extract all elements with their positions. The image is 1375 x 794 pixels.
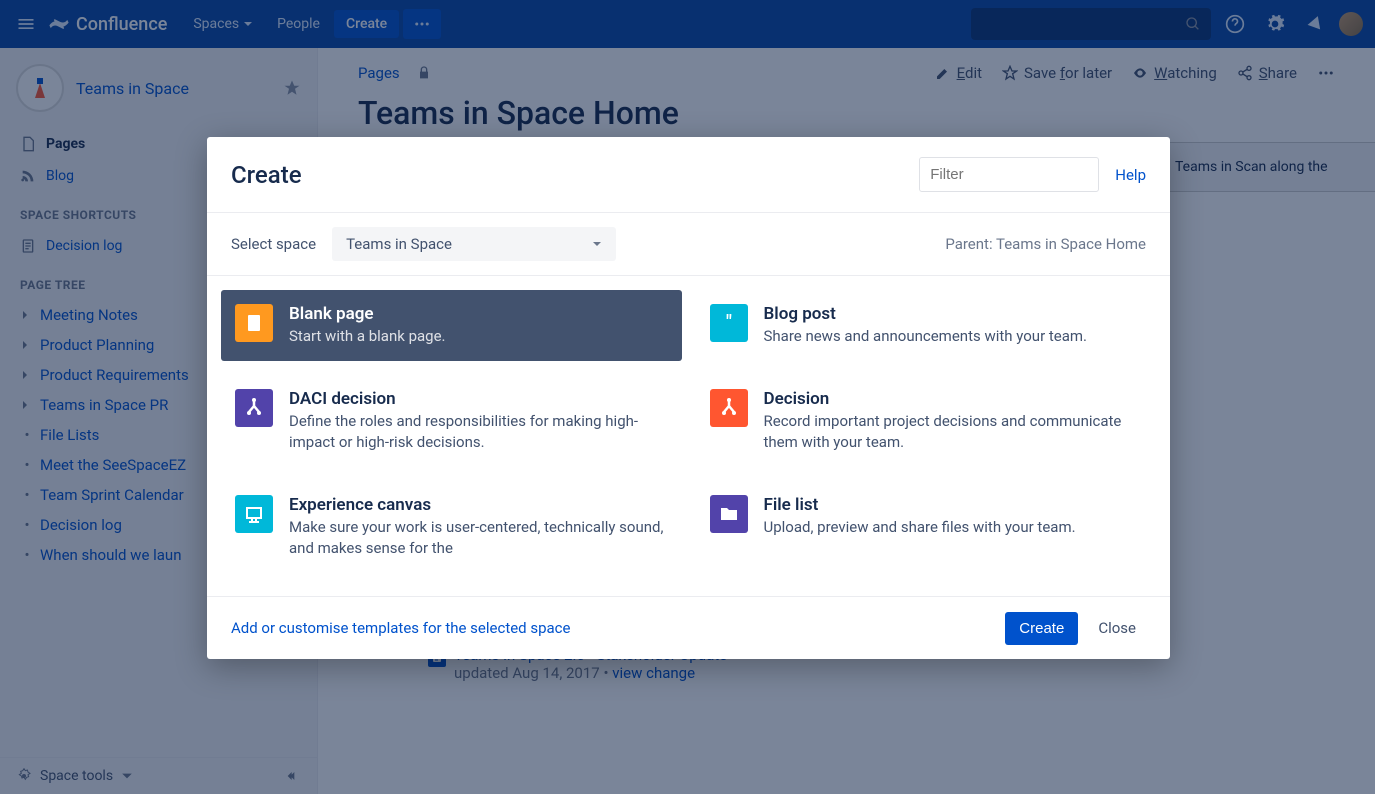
template-desc: Upload, preview and share files with you… bbox=[764, 517, 1076, 538]
filter-input[interactable] bbox=[919, 157, 1099, 192]
template-name: Blank page bbox=[289, 304, 446, 324]
template-blog-post[interactable]: " Blog postShare news and announcements w… bbox=[696, 290, 1157, 361]
space-select[interactable]: Teams in Space bbox=[332, 227, 616, 261]
help-link[interactable]: Help bbox=[1115, 166, 1146, 184]
customize-templates-link[interactable]: Add or customise templates for the selec… bbox=[231, 619, 571, 637]
template-name: Blog post bbox=[764, 304, 1088, 324]
template-name: Decision bbox=[764, 389, 1143, 409]
template-desc: Define the roles and responsibilities fo… bbox=[289, 411, 668, 453]
parent-info: Parent: Teams in Space Home bbox=[945, 235, 1146, 253]
dialog-selectbar: Select space Teams in Space Parent: Team… bbox=[207, 213, 1170, 276]
select-space-label: Select space bbox=[231, 235, 316, 253]
template-desc: Start with a blank page. bbox=[289, 326, 446, 347]
dialog-footer: Add or customise templates for the selec… bbox=[207, 596, 1170, 659]
template-health-monitor[interactable]: Health monitorKeep track of your project… bbox=[221, 587, 682, 596]
dialog-create-button[interactable]: Create bbox=[1005, 612, 1078, 645]
template-blank-page[interactable]: Blank pageStart with a blank page. bbox=[221, 290, 682, 361]
template-experience-canvas[interactable]: Experience canvasMake sure your work is … bbox=[221, 481, 682, 573]
template-icon: " bbox=[710, 304, 748, 342]
template-icon bbox=[710, 389, 748, 427]
dialog-title: Create bbox=[231, 161, 919, 189]
template-desc: Share news and announcements with your t… bbox=[764, 326, 1088, 347]
template-file-list[interactable]: File listUpload, preview and share files… bbox=[696, 481, 1157, 573]
template-name: DACI decision bbox=[289, 389, 668, 409]
dialog-close-button[interactable]: Close bbox=[1088, 611, 1146, 645]
template-icon bbox=[710, 495, 748, 533]
svg-text:": " bbox=[726, 312, 732, 333]
template-how-to-article[interactable]: How-to articleProvide step-by-step guida… bbox=[696, 587, 1157, 596]
template-icon bbox=[235, 495, 273, 533]
template-desc: Make sure your work is user-centered, te… bbox=[289, 517, 668, 559]
template-icon bbox=[235, 389, 273, 427]
template-list: Blank pageStart with a blank page. " Blog … bbox=[207, 276, 1170, 596]
template-daci-decision[interactable]: DACI decisionDefine the roles and respon… bbox=[221, 375, 682, 467]
template-name: Experience canvas bbox=[289, 495, 668, 515]
template-desc: Record important project decisions and c… bbox=[764, 411, 1143, 453]
template-name: File list bbox=[764, 495, 1076, 515]
template-icon bbox=[235, 304, 273, 342]
chevron-down-icon bbox=[592, 239, 602, 249]
template-decision[interactable]: DecisionRecord important project decisio… bbox=[696, 375, 1157, 467]
create-dialog: Create Help Select space Teams in Space … bbox=[207, 137, 1170, 659]
dialog-header: Create Help bbox=[207, 137, 1170, 213]
